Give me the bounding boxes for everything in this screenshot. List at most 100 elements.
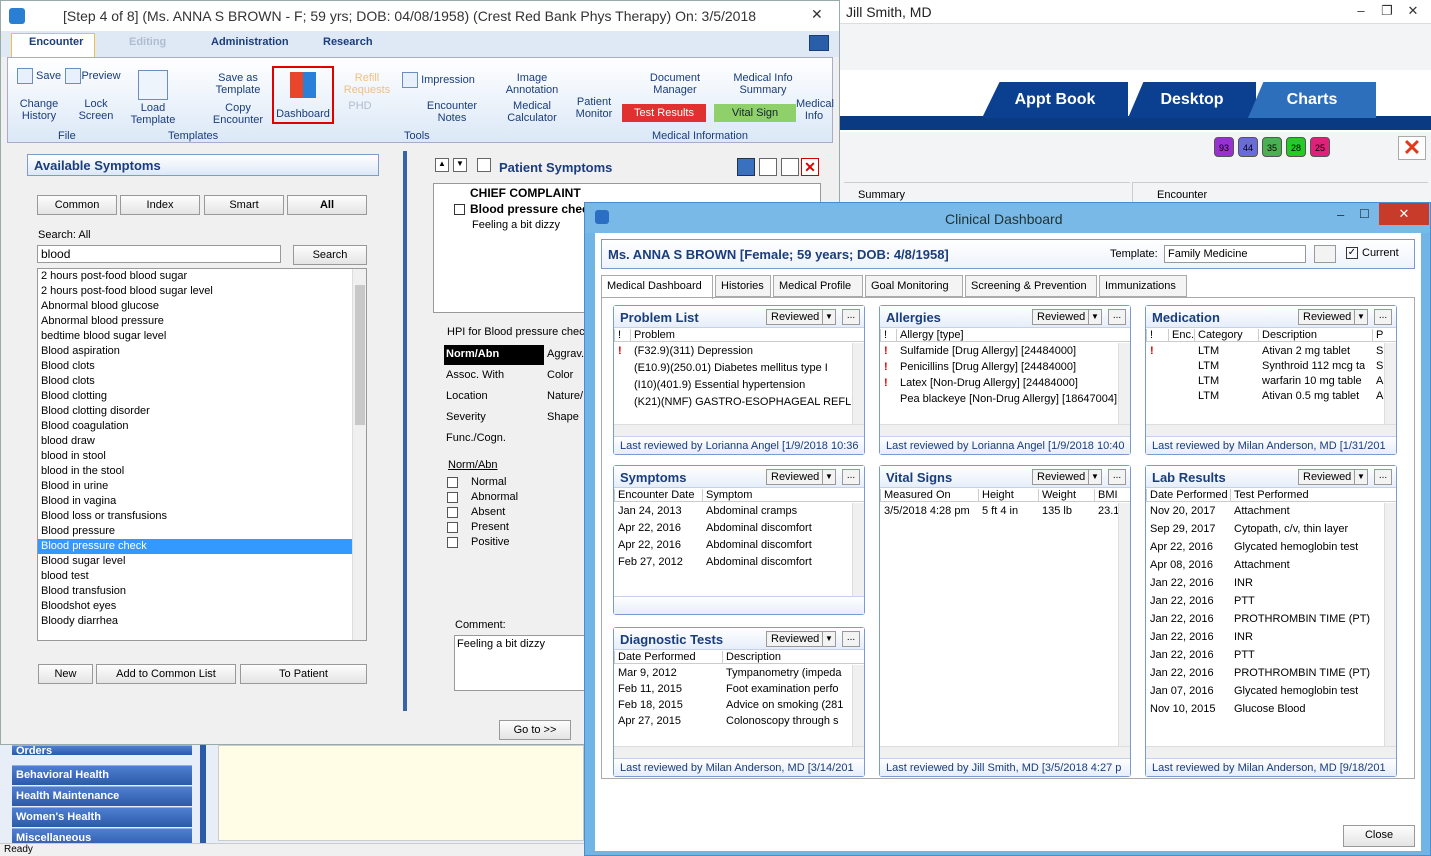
status-badge[interactable]: 25 <box>1310 137 1330 157</box>
column-label[interactable]: Height <box>978 489 1014 502</box>
encounter-panel-title[interactable]: Encounter <box>1132 182 1428 202</box>
table-row[interactable]: LTM Ativan 0.5 mg tablet Ar <box>1146 388 1384 405</box>
filter-smart-button[interactable]: Smart <box>204 195 284 215</box>
hpi-field[interactable]: Func./Cogn. <box>444 429 544 449</box>
list-item[interactable]: 2 hours post-food blood sugar <box>38 269 352 284</box>
hpi-field[interactable]: Severity <box>444 408 544 428</box>
option-checkbox[interactable] <box>447 522 458 533</box>
dashboard-tab[interactable]: Immunizations <box>1099 275 1187 297</box>
tab-administration[interactable]: Administration <box>211 36 289 48</box>
more-icon[interactable]: ... <box>1108 469 1126 485</box>
table-row[interactable]: Jan 22, 2016 INR <box>1146 575 1382 592</box>
column-label[interactable]: Symptom <box>702 489 752 502</box>
more-icon[interactable]: ... <box>1374 309 1392 325</box>
table-row[interactable]: Feb 11, 2015 Foot examination perfo <box>614 681 850 698</box>
table-row[interactable]: Jan 22, 2016 PTT <box>1146 593 1382 610</box>
dashboard-tab[interactable]: Goal Monitoring <box>865 275 963 297</box>
table-row[interactable]: ! (F32.9)(311) Depression <box>614 343 850 360</box>
vertical-scrollbar[interactable] <box>852 503 864 602</box>
tab-encounter[interactable]: Encounter <box>29 36 83 48</box>
option-checkbox[interactable] <box>447 507 458 518</box>
option-checkbox[interactable] <box>447 477 458 488</box>
list-item[interactable]: Blood pressure <box>38 524 352 539</box>
table-row[interactable]: Nov 10, 2015 Glucose Blood <box>1146 701 1382 718</box>
more-icon[interactable]: ... <box>842 309 860 325</box>
go-to-button[interactable]: Go to >> <box>499 720 571 740</box>
reviewed-dropdown[interactable]: Reviewed <box>766 631 825 647</box>
list-item[interactable]: Blood coagulation <box>38 419 352 434</box>
scrollbar-thumb[interactable] <box>355 285 365 425</box>
current-checkbox[interactable]: ✓ <box>1346 247 1358 259</box>
more-icon[interactable]: ... <box>842 469 860 485</box>
table-row[interactable]: Apr 08, 2016 Attachment <box>1146 557 1382 574</box>
column-label[interactable]: Date Performed <box>614 651 696 664</box>
chevron-down-icon[interactable]: ▼ <box>1088 309 1102 325</box>
maximize-icon[interactable]: ☐ <box>1359 207 1370 221</box>
more-icon[interactable]: ... <box>1374 469 1392 485</box>
table-row[interactable]: Jan 22, 2016 PTT <box>1146 647 1382 664</box>
chevron-down-icon[interactable]: ▼ <box>1354 309 1368 325</box>
vertical-scrollbar[interactable] <box>1384 503 1396 746</box>
vertical-scrollbar[interactable] <box>1384 343 1396 424</box>
preview-button[interactable]: Preview <box>64 68 122 84</box>
status-badge[interactable]: 44 <box>1238 137 1258 157</box>
filter-index-button[interactable]: Index <box>120 195 200 215</box>
list-item[interactable]: blood test <box>38 569 352 584</box>
tab-editing[interactable]: Editing <box>129 36 166 48</box>
nav-item[interactable]: Orders <box>12 745 192 757</box>
list-item[interactable]: Abnormal blood glucose <box>38 299 352 314</box>
chevron-down-icon[interactable]: ▼ <box>822 469 836 485</box>
column-label[interactable]: Date Performed <box>1146 489 1228 502</box>
dashboard-tab[interactable]: Medical Dashboard <box>601 275 713 299</box>
splitter[interactable] <box>403 151 407 711</box>
list-item[interactable]: Blood clotting disorder <box>38 404 352 419</box>
close-icon[interactable]: ✕ <box>1402 3 1424 21</box>
table-row[interactable]: Jan 22, 2016 INR <box>1146 629 1382 646</box>
vertical-scrollbar[interactable] <box>1118 343 1130 424</box>
column-label[interactable]: Encounter Date <box>614 489 694 502</box>
vertical-scrollbar[interactable] <box>852 665 864 746</box>
horizontal-scrollbar[interactable] <box>1146 746 1396 758</box>
list-item[interactable]: 2 hours post-food blood sugar level <box>38 284 352 299</box>
option-row[interactable]: Normal <box>447 475 587 490</box>
reviewed-dropdown[interactable]: Reviewed <box>1032 309 1091 325</box>
hpi-field[interactable]: Assoc. With <box>444 366 544 386</box>
list-icon[interactable] <box>477 158 491 172</box>
table-row[interactable]: Pea blackeye [Non-Drug Allergy] [1864700… <box>880 391 1117 408</box>
table-row[interactable]: Feb 18, 2015 Advice on smoking (281 <box>614 697 850 714</box>
column-label[interactable]: P <box>1372 329 1383 342</box>
dashboard-tab[interactable]: Medical Profile <box>773 275 863 297</box>
encounter-notes-button[interactable]: Encounter Notes <box>422 100 482 124</box>
list-item[interactable]: Abnormal blood pressure <box>38 314 352 329</box>
summary-panel-title[interactable]: Summary <box>844 182 1130 202</box>
option-checkbox[interactable] <box>447 537 458 548</box>
chevron-down-icon[interactable]: ▼ <box>1088 469 1102 485</box>
template-list-icon[interactable] <box>1314 245 1336 263</box>
list-item[interactable]: Blood transfusion <box>38 584 352 599</box>
column-label[interactable]: Problem <box>630 329 675 342</box>
chevron-down-icon[interactable]: ▼ <box>822 631 836 647</box>
table-row[interactable]: Apr 22, 2016 Abdominal discomfort <box>614 537 850 554</box>
list-item[interactable]: Blood clots <box>38 374 352 389</box>
option-row[interactable]: Positive <box>447 535 587 550</box>
change-history-button[interactable]: Change History <box>14 98 64 122</box>
list-item[interactable]: Bloody diarrhea <box>38 614 352 629</box>
move-down-icon[interactable]: ▼ <box>453 158 467 172</box>
list-item[interactable]: Blood clots <box>38 359 352 374</box>
reviewed-dropdown[interactable]: Reviewed <box>1298 469 1357 485</box>
symptom-item[interactable]: Blood pressure check <box>470 202 595 216</box>
column-label[interactable]: Test Performed <box>1230 489 1309 502</box>
refresh-icon[interactable] <box>737 158 755 176</box>
horizontal-scrollbar[interactable] <box>880 746 1130 758</box>
more-icon[interactable]: ... <box>1108 309 1126 325</box>
restore-icon[interactable]: ❐ <box>1376 3 1398 21</box>
status-badge[interactable]: 28 <box>1286 137 1306 157</box>
table-row[interactable]: Apr 22, 2016 Abdominal discomfort <box>614 520 850 537</box>
reviewed-dropdown[interactable]: Reviewed <box>766 309 825 325</box>
tab-research[interactable]: Research <box>323 36 373 48</box>
table-row[interactable]: Mar 9, 2012 Tympanometry (impeda <box>614 665 850 682</box>
table-row[interactable]: Jan 22, 2016 PROTHROMBIN TIME (PT) <box>1146 611 1382 628</box>
chevron-down-icon[interactable]: ▼ <box>822 309 836 325</box>
list-item[interactable]: Blood clotting <box>38 389 352 404</box>
ribbon-minimize-icon[interactable] <box>809 35 829 51</box>
